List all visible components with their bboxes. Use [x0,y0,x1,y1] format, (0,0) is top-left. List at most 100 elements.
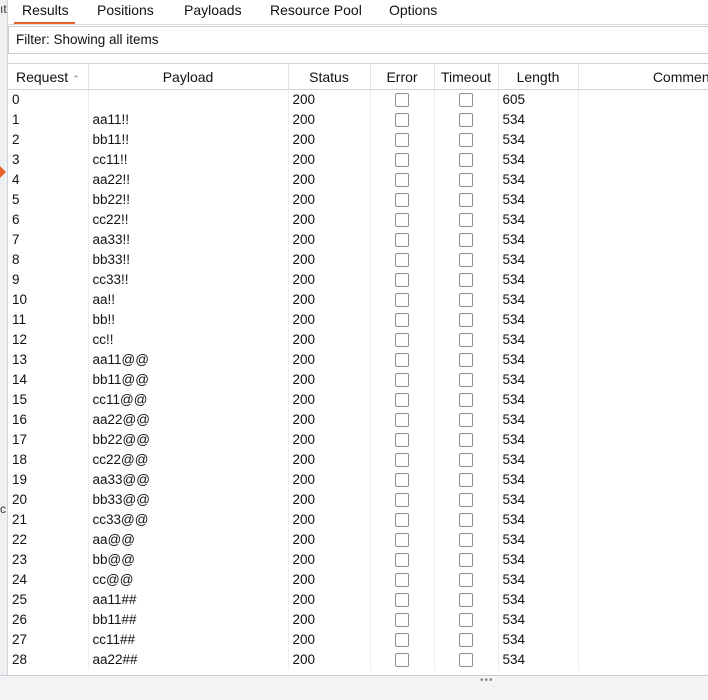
cell-payload: aa!! [88,290,289,310]
table-row[interactable]: 21 cc33@@ 200 534 [8,510,708,530]
error-checkbox [395,593,409,608]
cell-comment [578,470,708,490]
cell-status: 200 [288,89,371,110]
table-row[interactable]: 14 bb11@@ 200 534 [8,370,708,390]
cell-payload: bb11!! [88,130,289,150]
column-header-error[interactable]: Error [370,64,435,90]
cell-status: 200 [288,170,371,190]
table-row[interactable]: 8 bb33!! 200 534 [8,250,708,270]
table-row[interactable]: 20 bb33@@ 200 534 [8,490,708,510]
cell-error [370,130,435,150]
cell-timeout [434,350,499,370]
timeout-checkbox [459,553,473,568]
tab-results[interactable]: Results [14,0,75,24]
error-checkbox [395,473,409,488]
cell-timeout [434,650,499,670]
cell-status: 200 [288,610,371,630]
cell-error [370,390,435,410]
cell-length: 534 [498,370,579,390]
cell-comment [578,530,708,550]
cell-status: 200 [288,190,371,210]
cell-length: 534 [498,450,579,470]
cell-length: 534 [498,590,579,610]
tab-positions[interactable]: Positions [97,0,154,22]
table-row[interactable]: 10 aa!! 200 534 [8,290,708,310]
tab-resource-pool[interactable]: Resource Pool [270,0,362,22]
table-row[interactable]: 25 aa11## 200 534 [8,590,708,610]
cell-timeout [434,490,499,510]
cell-timeout [434,290,499,310]
cell-timeout [434,410,499,430]
table-row[interactable]: 24 cc@@ 200 534 [8,570,708,590]
filter-bar[interactable]: Filter: Showing all items [8,26,708,54]
table-row[interactable]: 4 aa22!! 200 534 [8,170,708,190]
table-row[interactable]: 28 aa22## 200 534 [8,650,708,670]
cell-status: 200 [288,410,371,430]
table-row[interactable]: 1 aa11!! 200 534 [8,110,708,130]
tab-payloads[interactable]: Payloads [184,0,242,22]
cell-payload: aa11## [88,590,289,610]
timeout-checkbox [459,133,473,148]
cell-status: 200 [288,630,371,650]
column-header-comment[interactable]: Comment [578,64,708,90]
cell-payload: aa22!! [88,170,289,190]
cell-comment [578,330,708,350]
cell-error [370,450,435,470]
table-row[interactable]: 2 bb11!! 200 534 [8,130,708,150]
table-row[interactable]: 6 cc22!! 200 534 [8,210,708,230]
cell-length: 534 [498,230,579,250]
cell-length: 534 [498,150,579,170]
table-row[interactable]: 22 aa@@ 200 534 [8,530,708,550]
cell-error [370,470,435,490]
timeout-checkbox [459,653,473,668]
cell-status: 200 [288,270,371,290]
table-row[interactable]: 13 aa11@@ 200 534 [8,350,708,370]
column-header-status[interactable]: Status [288,64,371,90]
table-row[interactable]: 0 200 605 [8,89,708,110]
cell-payload: cc11@@ [88,390,289,410]
cell-request: 11 [8,310,89,330]
cell-status: 200 [288,290,371,310]
cell-timeout [434,110,499,130]
error-checkbox [395,193,409,208]
table-row[interactable]: 23 bb@@ 200 534 [8,550,708,570]
table-row[interactable]: 27 cc11## 200 534 [8,630,708,650]
cell-request: 14 [8,370,89,390]
cell-length: 534 [498,310,579,330]
cell-error [370,190,435,210]
column-header-request[interactable]: Request ⌃ [8,64,89,90]
table-row[interactable]: 7 aa33!! 200 534 [8,230,708,250]
table-row[interactable]: 17 bb22@@ 200 534 [8,430,708,450]
table-row[interactable]: 26 bb11## 200 534 [8,610,708,630]
column-header-payload[interactable]: Payload [88,64,289,90]
error-checkbox [395,633,409,648]
table-row[interactable]: 15 cc11@@ 200 534 [8,390,708,410]
cell-timeout [434,630,499,650]
cell-timeout [434,510,499,530]
table-row[interactable]: 18 cc22@@ 200 534 [8,450,708,470]
table-row[interactable]: 5 bb22!! 200 534 [8,190,708,210]
cell-comment [578,510,708,530]
cell-length: 534 [498,130,579,150]
cell-error [370,630,435,650]
tab-bar: Results Positions Payloads Resource Pool… [8,0,708,25]
timeout-checkbox [459,533,473,548]
table-row[interactable]: 12 cc!! 200 534 [8,330,708,350]
resize-grip-icon[interactable]: ••• [480,675,494,686]
table-row[interactable]: 19 aa33@@ 200 534 [8,470,708,490]
cell-timeout [434,570,499,590]
timeout-checkbox [459,493,473,508]
cell-error [370,330,435,350]
cell-payload: aa22## [88,650,289,670]
column-header-length[interactable]: Length [498,64,579,90]
column-header-timeout[interactable]: Timeout [434,64,499,90]
tab-options[interactable]: Options [389,0,437,22]
table-row[interactable]: 9 cc33!! 200 534 [8,270,708,290]
table-row[interactable]: 11 bb!! 200 534 [8,310,708,330]
error-checkbox [395,233,409,248]
cell-length: 534 [498,570,579,590]
table-row[interactable]: 16 aa22@@ 200 534 [8,410,708,430]
cell-comment [578,430,708,450]
table-row[interactable]: 3 cc11!! 200 534 [8,150,708,170]
cell-length: 605 [498,89,579,110]
